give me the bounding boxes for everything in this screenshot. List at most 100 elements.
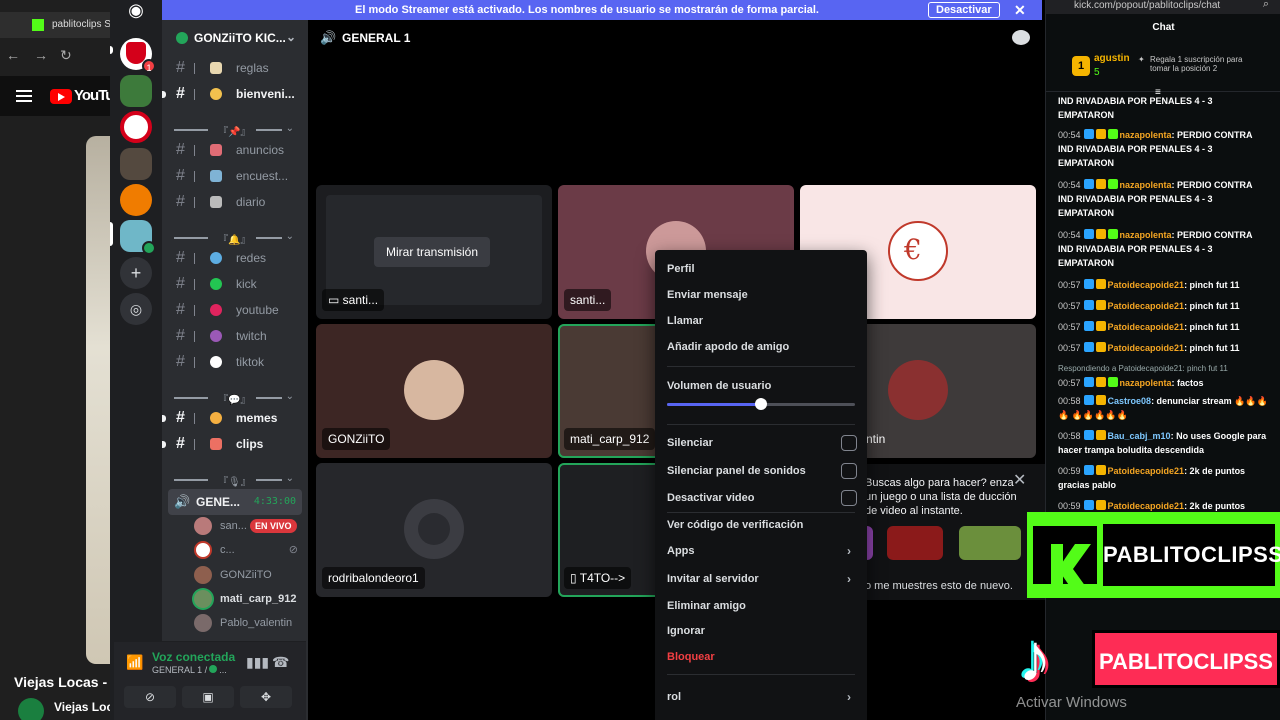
menu-item-profile[interactable]: Perfil [667,259,857,279]
server-icon-5[interactable] [120,184,152,216]
chat-username[interactable]: Patoidecapoide21 [1108,466,1185,476]
stream-tile[interactable]: Mirar transmisión ▭ santi... [316,185,552,319]
menu-item-apps[interactable]: Apps › [667,541,857,561]
menu-item-send-message[interactable]: Enviar mensaje [667,285,857,305]
user-volume-slider[interactable] [667,398,855,410]
participant-tile[interactable]: rodribalondeoro1 [316,463,552,597]
close-icon[interactable]: ✕ [1013,470,1026,490]
menu-item-mute-soundboard[interactable]: Silenciar panel de sonidos [667,461,857,481]
volume-thumb[interactable] [755,398,767,410]
chat-bubble-icon[interactable] [1012,30,1030,45]
activities-button[interactable]: ✥ [240,686,292,708]
reload-icon[interactable]: ↻ [60,47,72,64]
channel-item-bienvenida[interactable]: # bienveni... [162,82,304,106]
youtube-logo-icon[interactable] [50,89,72,104]
close-icon[interactable]: ✕ [1014,0,1026,20]
dont-show-again-link[interactable]: o me muestres esto de nuevo. [865,580,1013,592]
mute-checkbox[interactable] [841,435,857,451]
voice-user-name: san... [220,520,247,532]
menu-item-add-nickname[interactable]: Añadir apodo de amigo [667,337,857,357]
channel-item-kick[interactable]: # kick [168,272,304,296]
channel-name[interactable]: Viejas Loc [54,700,110,714]
activity-thumb[interactable] [959,526,1021,560]
youtube-video-player[interactable] [86,136,110,664]
reply-context[interactable]: Respondiendo a Patoidecapoide21: pinch f… [1058,362,1268,376]
share-screen-button[interactable]: ▣ [182,686,234,708]
server-icon-4[interactable] [120,148,152,180]
category-voice[interactable]: 『🎙』 ⌄ [174,473,296,488]
gift-prompt[interactable]: Regala 1 suscripción para tomar la posic… [1138,55,1258,73]
disconnect-icon[interactable]: ☎ [272,654,289,671]
chat-username[interactable]: nazapolenta [1120,378,1172,388]
search-icon[interactable]: ⌕ [1263,0,1269,10]
channel-item-anuncios[interactable]: # anuncios [168,138,304,162]
voice-user[interactable]: c... ⊘ [194,539,304,561]
chat-username[interactable]: nazapolenta [1120,230,1172,240]
add-server-button[interactable]: + [120,257,152,289]
discord-home-icon[interactable]: ◉ [123,0,149,22]
voice-user[interactable]: GONZiiTO [194,564,304,586]
menu-item-ignore[interactable]: Ignorar [667,621,857,641]
chat-username[interactable]: Patoidecapoide21 [1108,301,1185,311]
disable-streamer-mode-button[interactable]: Desactivar [928,2,1000,18]
menu-item-disable-video[interactable]: Desactivar video [667,488,857,508]
menu-item-role[interactable]: rol › [667,687,857,707]
menu-item-verification-code[interactable]: Ver código de verificación [667,515,857,535]
channel-item-tiktok[interactable]: # tiktok [168,350,304,374]
kick-overlay-logo: PABLITOCLIPSS [1027,512,1280,598]
activity-thumb[interactable] [887,526,943,560]
category-fun[interactable]: 『💬』 ⌄ [174,391,296,406]
menu-item-call[interactable]: Llamar [667,311,857,331]
chat-username[interactable]: Castroe08 [1108,396,1152,406]
channel-item-encuestas[interactable]: # encuest... [168,164,304,188]
video-checkbox[interactable] [841,490,857,506]
menu-item-invite[interactable]: Invitar al servidor › [667,569,857,589]
menu-item-mute[interactable]: Silenciar [667,433,857,453]
chat-username[interactable]: nazapolenta [1120,130,1172,140]
soundboard-checkbox[interactable] [841,463,857,479]
menu-item-block[interactable]: Bloquear [667,647,857,667]
browser-tab[interactable]: pablitoclips St [0,12,110,38]
server-icon-active[interactable] [120,220,156,255]
voice-connection-panel: 📶 Voz conectada GENERAL 1 /... ▮▮▮ ☎ ⊘ ▣… [114,641,306,720]
server-icon-1[interactable]: 1 [120,38,156,73]
chat-username[interactable]: Patoidecapoide21 [1108,343,1185,353]
menu-icon[interactable] [16,90,32,102]
forward-icon[interactable]: → [34,47,48,63]
channel-item-memes[interactable]: # memes [162,406,304,430]
channel-item-twitch[interactable]: # twitch [168,324,304,348]
voice-user[interactable]: Pablo_valentin [194,612,304,634]
channel-item-clips[interactable]: # clips [162,432,304,456]
menu-item-remove-friend[interactable]: Eliminar amigo [667,596,857,616]
divider [174,479,208,481]
voice-user[interactable]: san... EN VIVO [194,515,304,537]
back-icon[interactable]: ← [6,47,20,63]
chat-username[interactable]: Patoidecapoide21 [1108,280,1185,290]
chat-username[interactable]: Patoidecapoide21 [1108,322,1185,332]
chat-username[interactable]: Patoidecapoide21 [1108,501,1185,511]
top-gifter-name[interactable]: agustin [1094,53,1130,64]
chat-username[interactable]: Bau_cabj_m10 [1108,431,1171,441]
channel-item-diario[interactable]: # diario [168,190,304,214]
server-icon-3[interactable] [120,111,152,143]
voice-channel-general[interactable]: 🔊 GENE... 4:33:00 [168,489,302,515]
channel-avatar[interactable] [18,698,44,720]
voice-connected-title[interactable]: Voz conectada [152,650,235,664]
voice-user[interactable]: mati_carp_912 [194,588,304,610]
channel-item-redes[interactable]: # redes [168,246,304,270]
channel-label: bienveni... [236,87,295,101]
camera-off-button[interactable]: ⊘ [124,686,176,708]
server-icon-2[interactable] [120,75,152,107]
watch-stream-button[interactable]: Mirar transmisión [374,237,491,267]
category-announcements[interactable]: 『📌』 ⌄ [174,123,296,138]
kick-url-bar[interactable]: kick.com/popout/pablitoclips/chat ⌕ [1046,0,1280,14]
video-title[interactable]: Viejas Locas - [14,674,107,690]
channel-item-youtube[interactable]: # youtube [168,298,304,322]
chat-username[interactable]: nazapolenta [1120,180,1172,190]
server-header[interactable]: GONZiiTO KIC... ⌄ [162,20,308,56]
channel-item-reglas[interactable]: # reglas [168,56,304,80]
category-social[interactable]: 『🔔』 ⌄ [174,231,296,246]
explore-servers-button[interactable]: ◎ [120,293,152,325]
participant-tile[interactable]: GONZiiTO [316,324,552,458]
noise-suppression-icon[interactable]: ▮▮▮ [246,654,269,671]
